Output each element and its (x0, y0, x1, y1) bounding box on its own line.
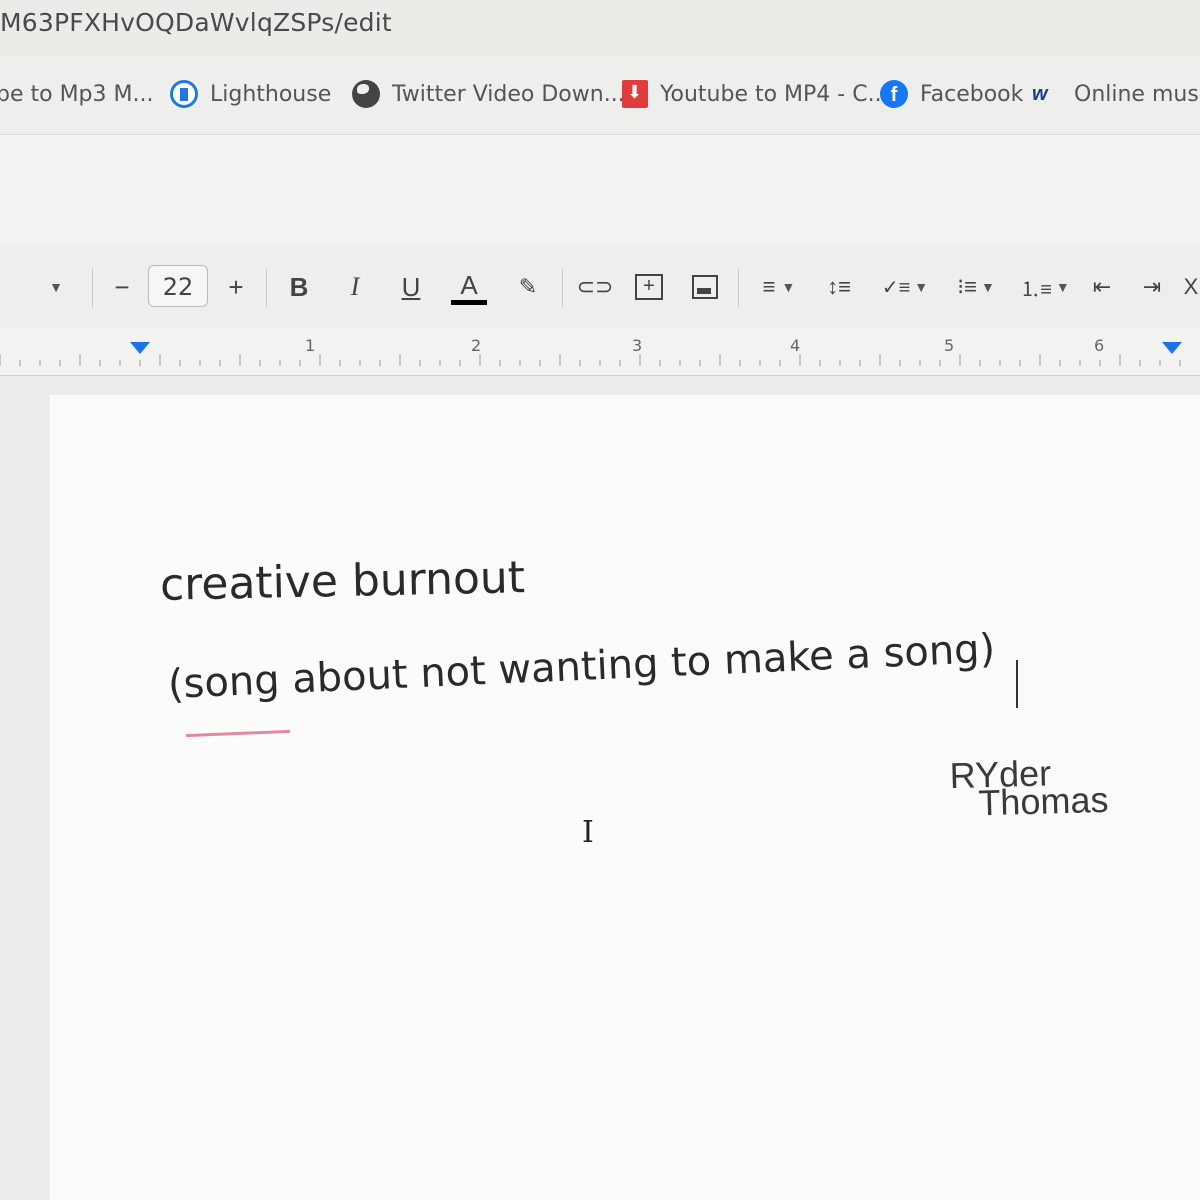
decrease-indent-icon[interactable]: ⇤ (1086, 264, 1118, 310)
bookmark-youtube-mp4[interactable]: Youtube to MP4 - C... (622, 74, 889, 114)
bookmark-label: Twitter Video Down... (392, 81, 625, 107)
bookmark-label: Online music/v (1074, 81, 1200, 107)
bold-button[interactable]: B (284, 264, 314, 310)
divider (738, 268, 739, 308)
lighthouse-icon (170, 80, 198, 108)
divider (92, 268, 93, 308)
bookmark-facebook[interactable]: f Facebook (880, 74, 1023, 114)
font-dropdown-arrow[interactable]: ▼ (44, 264, 68, 310)
chevron-down-icon: ▼ (914, 279, 929, 295)
facebook-icon: f (880, 80, 908, 108)
checklist-icon: ✓≡ (881, 276, 911, 299)
divider (562, 268, 563, 308)
increase-indent-icon[interactable]: ⇥ (1136, 264, 1168, 310)
bookmark-online-music[interactable]: w Online music/v (1032, 74, 1200, 114)
document-title-text[interactable]: creative burnout (160, 552, 526, 611)
address-bar[interactable]: M63PFXHvOQDaWvlqZSPs/edit (0, 0, 1200, 57)
bookmark-twitter-video[interactable]: Twitter Video Down... (352, 74, 625, 114)
text-color-button[interactable]: A (450, 264, 488, 310)
decrease-font-size-button[interactable]: − (108, 264, 136, 310)
align-left-icon: ≡ (762, 274, 776, 299)
chevron-down-icon: ▼ (980, 279, 995, 295)
highlight-pen-icon[interactable]: ✎ (512, 264, 544, 310)
text-cursor (1016, 660, 1018, 708)
clear-formatting-icon[interactable]: X (1182, 264, 1200, 310)
increase-font-size-button[interactable]: + (222, 264, 250, 310)
font-size-input[interactable]: 22 (148, 265, 208, 307)
align-dropdown[interactable]: ≡ ▼ (752, 264, 806, 310)
insert-image-icon[interactable] (688, 264, 722, 310)
numbered-list-dropdown[interactable]: ⒈≡ ▼ (1016, 264, 1074, 310)
docs-header-area (0, 135, 1200, 245)
url-text[interactable]: M63PFXHvOQDaWvlqZSPs/edit (0, 8, 392, 37)
divider (266, 268, 267, 308)
bookmark-mp3[interactable]: pe to Mp3 M... (0, 74, 153, 114)
globe-icon (352, 80, 380, 108)
text-color-glyph: A (460, 269, 478, 300)
bookmarks-bar: pe to Mp3 M... Lighthouse Twitter Video … (0, 56, 1200, 135)
bookmark-label: Youtube to MP4 - C... (660, 81, 889, 107)
bookmark-label: Facebook (920, 81, 1024, 107)
bookmark-label: Lighthouse (210, 81, 332, 107)
checklist-dropdown[interactable]: ✓≡ ▼ (876, 264, 934, 310)
underline-button[interactable]: U (396, 264, 426, 310)
text-color-swatch (451, 299, 487, 305)
italic-button[interactable]: I (340, 264, 370, 310)
mw-icon: w (1032, 83, 1048, 105)
chevron-down-icon: ▼ (1055, 279, 1070, 295)
download-icon (622, 80, 648, 108)
chevron-down-icon: ▼ (781, 279, 796, 295)
chevron-down-icon: ▼ (49, 279, 63, 295)
signature-text[interactable]: RYder Thomas (949, 752, 1109, 823)
bookmark-label: pe to Mp3 M... (0, 81, 154, 107)
bullet-list-icon: ⁝≡ (957, 274, 977, 299)
ibeam-cursor-icon: I (582, 815, 594, 850)
bulleted-list-dropdown[interactable]: ⁝≡ ▼ (948, 264, 1004, 310)
add-comment-icon[interactable]: + (632, 264, 666, 310)
line-spacing-icon[interactable]: ↕≡ (822, 264, 856, 310)
numbered-list-icon: ⒈≡ (1020, 278, 1052, 301)
bookmark-lighthouse[interactable]: Lighthouse (170, 74, 331, 114)
link-icon[interactable]: ⊂⊃ (577, 264, 614, 310)
ruler-ticks (0, 354, 1181, 366)
